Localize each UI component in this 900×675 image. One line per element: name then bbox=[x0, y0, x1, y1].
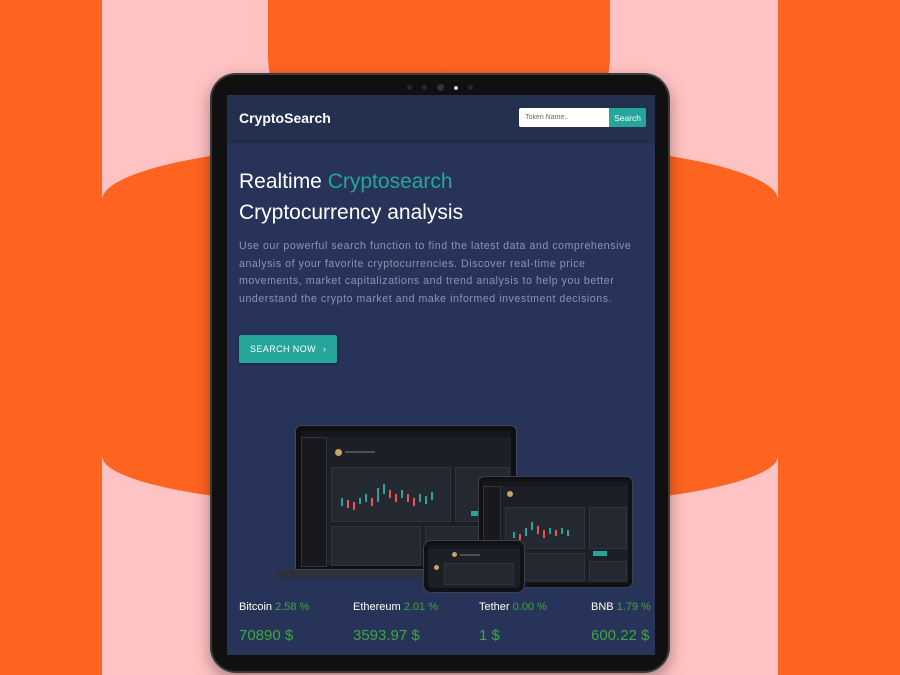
ticker-price: 3593.97 $ bbox=[353, 627, 420, 644]
token-search-input[interactable] bbox=[519, 108, 610, 127]
ticker-name: Bitcoin bbox=[239, 601, 273, 613]
tablet-camera-bar bbox=[407, 84, 473, 91]
ticker-price: 1 $ bbox=[479, 627, 500, 644]
brand-logo[interactable]: CryptoSearch bbox=[239, 110, 331, 126]
ticker-name: Ethereum bbox=[353, 601, 401, 613]
ticker-name: Tether bbox=[479, 601, 510, 613]
ticker-item-bitcoin[interactable]: Bitcoin 2.58 % 70890 $ bbox=[239, 601, 309, 644]
dashboard-coin-icon bbox=[434, 565, 439, 570]
ticker-name-row: BNB 1.79 % bbox=[591, 601, 651, 613]
ticker-name-row: Tether 0.00 % bbox=[479, 601, 547, 613]
phone-mockup bbox=[423, 540, 525, 593]
dashboard-stats-panel bbox=[444, 563, 514, 585]
search-now-label: SEARCH NOW bbox=[250, 344, 317, 355]
ticker-change: 0.00 % bbox=[512, 601, 547, 613]
headline-line2: Cryptocurrency analysis bbox=[239, 201, 464, 224]
ticker-change: 2.01 % bbox=[403, 601, 439, 613]
dashboard-text-line bbox=[460, 554, 480, 556]
ticker-item-ethereum[interactable]: Ethereum 2.01 % 3593.97 $ bbox=[353, 601, 438, 644]
search-button[interactable]: Search bbox=[609, 108, 646, 127]
ticker-price: 70890 $ bbox=[239, 627, 294, 644]
ticker-change: 2.58 % bbox=[275, 601, 310, 613]
sensor-dot bbox=[422, 85, 427, 90]
ticker-price: 600.22 $ bbox=[591, 627, 650, 644]
hero-section: Realtime Cryptosearch Cryptocurrency ana… bbox=[227, 140, 655, 364]
camera-lens-icon bbox=[437, 84, 444, 91]
headline-accent: Cryptosearch bbox=[327, 170, 453, 193]
dashboard-topbar bbox=[301, 431, 511, 437]
hero-description: Use our powerful search function to find… bbox=[239, 240, 632, 305]
navbar: CryptoSearch Search bbox=[227, 95, 655, 140]
devices-mockup-image bbox=[275, 425, 635, 610]
dashboard-text-line bbox=[345, 451, 375, 453]
dashboard-topbar bbox=[483, 481, 628, 486]
ticker-change: 1.79 % bbox=[616, 601, 651, 613]
headline-prefix: Realtime bbox=[239, 170, 322, 193]
sensor-dot bbox=[468, 85, 473, 90]
status-led bbox=[454, 85, 458, 90]
search-form: Search bbox=[519, 108, 646, 127]
tablet-device-frame: CryptoSearch Search Realtime Cryptosearc… bbox=[210, 73, 670, 673]
dashboard-avatar bbox=[335, 449, 342, 456]
dashboard-chart-panel bbox=[331, 467, 451, 522]
search-now-button[interactable]: SEARCH NOW › bbox=[239, 335, 338, 364]
hero-headline: Realtime Cryptosearch Cryptocurrency ana… bbox=[239, 166, 655, 228]
dashboard-list-panel bbox=[589, 561, 627, 581]
dashboard-table-panel bbox=[331, 526, 421, 566]
ticker-name-row: Ethereum 2.01 % bbox=[353, 601, 438, 613]
ticker-name-row: Bitcoin 2.58 % bbox=[239, 601, 309, 613]
dashboard-avatar bbox=[507, 491, 513, 497]
chevron-right-icon: › bbox=[323, 344, 327, 355]
ticker-name: BNB bbox=[591, 601, 614, 613]
dashboard-green-button bbox=[593, 551, 607, 556]
ticker-item-tether[interactable]: Tether 0.00 % 1 $ bbox=[479, 601, 547, 644]
ticker-strip: Bitcoin 2.58 % 70890 $ Ethereum 2.01 % 3… bbox=[239, 601, 651, 651]
ticker-item-bnb[interactable]: BNB 1.79 % 600.22 $ bbox=[591, 601, 651, 644]
phone-dashboard-screen bbox=[428, 545, 520, 588]
dashboard-sidebar bbox=[301, 437, 327, 567]
dashboard-side-panel bbox=[589, 507, 627, 549]
tablet-screen: CryptoSearch Search Realtime Cryptosearc… bbox=[227, 95, 655, 655]
sensor-dot bbox=[407, 85, 412, 90]
candlestick-chart-graphic bbox=[341, 484, 433, 510]
dashboard-topbar bbox=[428, 545, 520, 549]
dashboard-avatar bbox=[452, 552, 457, 557]
